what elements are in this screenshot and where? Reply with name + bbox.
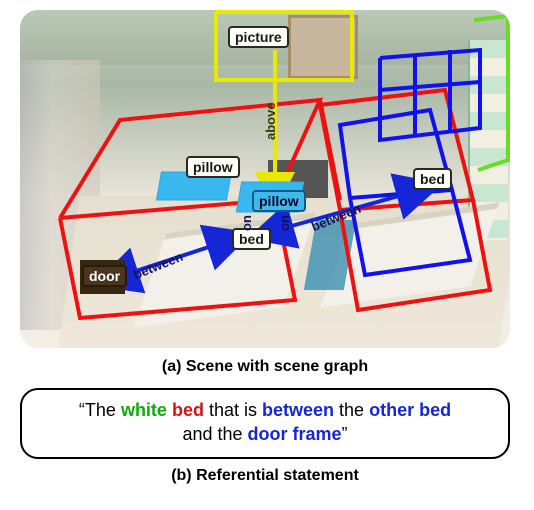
ref-mid1: that is: [204, 400, 262, 420]
node-label-bed-right: bed: [413, 168, 452, 190]
edge-label-above: above: [263, 102, 278, 140]
node-label-pillow-center: pillow: [252, 190, 306, 212]
caption-b: (b) Referential statement: [20, 467, 510, 485]
ref-line2-lead: and the: [182, 424, 247, 444]
edge-label-on-left: on: [239, 215, 254, 231]
edge-label-on-right: on: [277, 215, 292, 231]
referential-statement-box: “The white bed that is between the other…: [20, 388, 510, 459]
ref-other-bed: other bed: [369, 400, 451, 420]
caption-a: (a) Scene with scene graph: [20, 358, 510, 376]
ref-mid2: the: [334, 400, 369, 420]
wall-picture-art: [288, 15, 358, 79]
ref-door-frame: door frame: [248, 424, 342, 444]
ref-bed: bed: [172, 400, 204, 420]
figure-wrap: picture pillow pillow bed bed door above…: [20, 10, 510, 485]
node-label-picture: picture: [228, 26, 289, 48]
node-label-pillow-left: pillow: [186, 156, 240, 178]
ref-white: white: [121, 400, 167, 420]
scene-graph-image: picture pillow pillow bed bed door above…: [20, 10, 510, 348]
ref-between: between: [262, 400, 334, 420]
close-quote: ”: [342, 424, 348, 444]
node-label-bed-center: bed: [232, 228, 271, 250]
ref-the1: The: [85, 400, 121, 420]
node-label-door: door: [82, 265, 127, 287]
